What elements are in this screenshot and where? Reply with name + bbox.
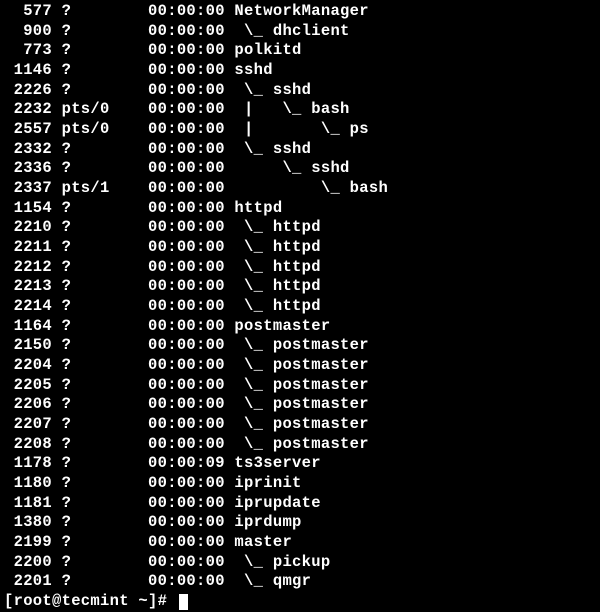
process-row: 773 ? 00:00:00 polkitd xyxy=(4,41,596,61)
process-row: 2150 ? 00:00:00 \_ postmaster xyxy=(4,336,596,356)
cursor-icon xyxy=(179,594,188,610)
process-row: 1180 ? 00:00:00 iprinit xyxy=(4,474,596,494)
process-row: 2206 ? 00:00:00 \_ postmaster xyxy=(4,395,596,415)
process-row: 900 ? 00:00:00 \_ dhclient xyxy=(4,22,596,42)
process-row: 1146 ? 00:00:00 sshd xyxy=(4,61,596,81)
process-row: 2201 ? 00:00:00 \_ qmgr xyxy=(4,572,596,592)
process-row: 2200 ? 00:00:00 \_ pickup xyxy=(4,553,596,573)
process-row: 2226 ? 00:00:00 \_ sshd xyxy=(4,81,596,101)
shell-prompt-text: [root@tecmint ~]# xyxy=(4,592,177,612)
process-row: 577 ? 00:00:00 NetworkManager xyxy=(4,2,596,22)
process-row: 1178 ? 00:00:09 ts3server xyxy=(4,454,596,474)
process-row: 2212 ? 00:00:00 \_ httpd xyxy=(4,258,596,278)
process-row: 1380 ? 00:00:00 iprdump xyxy=(4,513,596,533)
process-row: 1181 ? 00:00:00 iprupdate xyxy=(4,494,596,514)
process-row: 2208 ? 00:00:00 \_ postmaster xyxy=(4,435,596,455)
process-row: 2332 ? 00:00:00 \_ sshd xyxy=(4,140,596,160)
process-row: 2213 ? 00:00:00 \_ httpd xyxy=(4,277,596,297)
process-row: 2199 ? 00:00:00 master xyxy=(4,533,596,553)
process-row: 1154 ? 00:00:00 httpd xyxy=(4,199,596,219)
process-row: 2205 ? 00:00:00 \_ postmaster xyxy=(4,376,596,396)
process-row: 2336 ? 00:00:00 \_ sshd xyxy=(4,159,596,179)
shell-prompt-line[interactable]: [root@tecmint ~]# xyxy=(4,592,596,612)
process-row: 2214 ? 00:00:00 \_ httpd xyxy=(4,297,596,317)
process-row: 2211 ? 00:00:00 \_ httpd xyxy=(4,238,596,258)
process-row: 1164 ? 00:00:00 postmaster xyxy=(4,317,596,337)
process-row: 2204 ? 00:00:00 \_ postmaster xyxy=(4,356,596,376)
process-row: 2210 ? 00:00:00 \_ httpd xyxy=(4,218,596,238)
process-row: 2207 ? 00:00:00 \_ postmaster xyxy=(4,415,596,435)
process-row: 2337 pts/1 00:00:00 \_ bash xyxy=(4,179,596,199)
terminal-output: 577 ? 00:00:00 NetworkManager 900 ? 00:0… xyxy=(4,2,596,592)
process-row: 2557 pts/0 00:00:00 | \_ ps xyxy=(4,120,596,140)
process-row: 2232 pts/0 00:00:00 | \_ bash xyxy=(4,100,596,120)
